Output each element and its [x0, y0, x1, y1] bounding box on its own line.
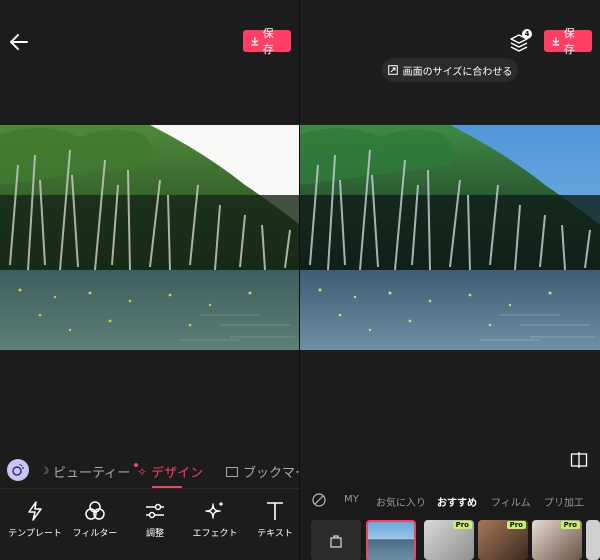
bag-icon — [330, 535, 342, 548]
pro-badge: Pro — [452, 521, 472, 529]
category-recommended[interactable]: おすすめ — [437, 494, 477, 509]
back-arrow-icon — [10, 34, 28, 50]
tab-bookmark-label: ブックマー — [243, 466, 300, 481]
tab-bookmark[interactable]: ブックマー — [226, 462, 300, 481]
sparkle-icon: ✧ — [137, 464, 148, 479]
photo-original — [0, 125, 300, 350]
category-favorites[interactable]: お気に入り — [376, 494, 426, 509]
download-icon — [552, 37, 560, 46]
category-my[interactable]: MY — [344, 494, 359, 505]
original-editor-panel: 保存 ☽ ビューティー ✧ デザイン ブックマ テンプレート フィルター 調整 … — [0, 0, 300, 560]
tab-design[interactable]: ✧ デザイン — [137, 462, 204, 482]
filter-thumb-2[interactable]: Pro — [424, 520, 474, 560]
sparkle-icon — [205, 502, 223, 519]
category-purikura[interactable]: プリ加工 — [544, 494, 584, 509]
tab-beauty[interactable]: ☽ ビューティー — [40, 462, 139, 481]
text-t-icon — [267, 502, 283, 520]
folder-icon — [226, 466, 238, 477]
tool-text[interactable]: テキスト — [245, 500, 300, 539]
no-filter-button[interactable] — [312, 492, 326, 507]
compare-icon — [570, 452, 588, 468]
fit-to-screen-label: 画面のサイズに合わせる — [402, 66, 513, 78]
category-tabs: ☽ ビューティー ✧ デザイン ブックマー — [0, 452, 300, 488]
manage-filters-button[interactable] — [311, 520, 361, 560]
expand-icon — [387, 65, 398, 75]
fit-to-screen-button[interactable]: 画面のサイズに合わせる — [382, 58, 518, 82]
tool-text-label: テキスト — [257, 529, 293, 539]
layers-button[interactable]: 4 — [508, 29, 532, 53]
none-icon — [312, 493, 326, 507]
download-icon — [251, 37, 259, 46]
tab-beauty-label: ビューティー — [52, 466, 131, 481]
tool-filter-label: フィルター — [72, 529, 118, 539]
tabs-divider — [0, 488, 300, 489]
category-film[interactable]: フィルム — [491, 494, 531, 509]
pro-badge: Pro — [506, 521, 526, 529]
tool-adjust[interactable]: 調整 — [125, 500, 185, 539]
tool-template[interactable]: テンプレート — [5, 500, 65, 539]
filter-thumb-selected[interactable] — [366, 520, 416, 560]
back-button[interactable] — [8, 32, 30, 52]
save-label: 保存 — [563, 27, 575, 56]
tool-template-label: テンプレート — [8, 529, 62, 539]
sliders-icon — [146, 503, 164, 519]
moon-icon: ☽ — [40, 466, 49, 477]
save-button[interactable]: 保存 — [544, 27, 592, 56]
filtered-editor-panel: 4 保存 画面のサイズに合わせる MY お気に入り おすすめ フィルム プリ加工… — [300, 0, 600, 560]
save-label: 保存 — [262, 27, 274, 56]
compare-button[interactable] — [570, 451, 588, 469]
save-button[interactable]: 保存 — [243, 27, 291, 56]
pro-badge: Pro — [560, 521, 580, 529]
tab-design-label: デザイン — [151, 466, 204, 481]
photo-filtered — [300, 125, 600, 350]
tool-filter[interactable]: フィルター — [65, 500, 125, 539]
magic-button[interactable] — [7, 459, 29, 481]
filter-thumb-5[interactable] — [586, 520, 600, 560]
layers-count-badge: 4 — [522, 29, 532, 39]
circles-icon — [85, 501, 105, 520]
filter-thumb-4[interactable]: Pro — [532, 520, 582, 560]
tool-effect-label: エフェクト — [192, 529, 238, 539]
filter-thumb-3[interactable]: Pro — [478, 520, 528, 560]
lightning-icon — [28, 501, 42, 521]
tool-effect[interactable]: エフェクト — [185, 500, 245, 539]
tool-adjust-label: 調整 — [145, 529, 164, 539]
magic-wand-icon — [12, 464, 24, 476]
